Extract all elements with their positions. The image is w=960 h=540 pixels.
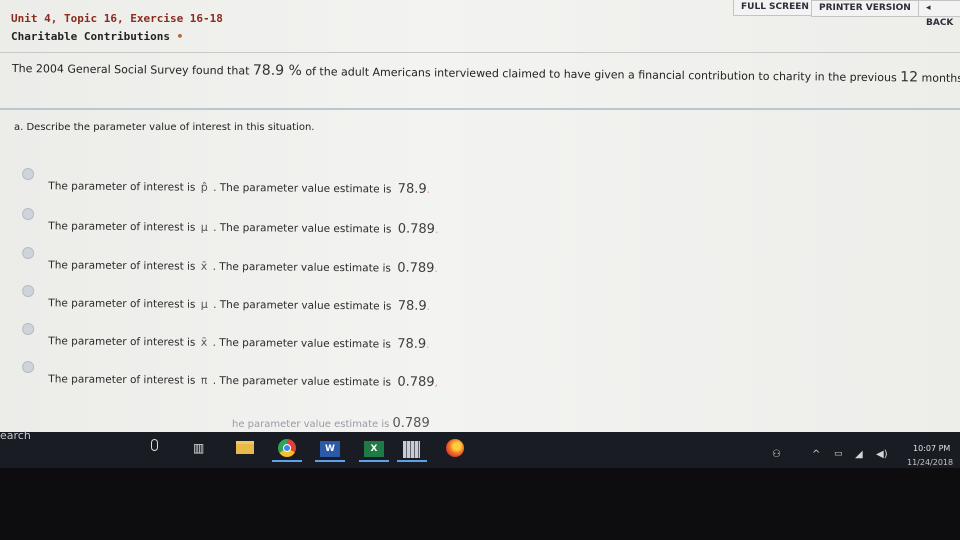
problem-suffix: months. bbox=[921, 71, 960, 85]
parameter-symbol: x̄ bbox=[200, 335, 208, 349]
answer-option-1[interactable]: The parameter of interest is p̂ . The pa… bbox=[22, 168, 430, 197]
option-lead: The parameter of interest is bbox=[48, 259, 196, 273]
radio-button[interactable] bbox=[22, 208, 35, 221]
option-lead: The parameter of interest is bbox=[48, 220, 196, 234]
option-mid: . The parameter value estimate is bbox=[213, 181, 392, 196]
battery-icon[interactable]: ▭ bbox=[834, 449, 843, 459]
percent-value: 78.9 % bbox=[252, 62, 302, 80]
people-icon[interactable]: ⚇ bbox=[772, 449, 781, 460]
task-view-icon[interactable]: ▥ bbox=[193, 441, 207, 455]
option-mid: . The parameter value estimate is bbox=[212, 374, 392, 389]
calculator-icon[interactable] bbox=[403, 441, 420, 458]
file-explorer-icon[interactable] bbox=[236, 441, 254, 454]
answer-option-5[interactable]: The parameter of interest is x̄ . The pa… bbox=[22, 323, 430, 352]
clock-date[interactable]: 11/24/2018 bbox=[907, 458, 953, 467]
answer-option-6[interactable]: The parameter of interest is π . The par… bbox=[22, 361, 438, 390]
excel-active-indicator bbox=[359, 460, 389, 462]
estimate-value: 78.9 bbox=[397, 336, 427, 352]
taskbar-search[interactable]: earch bbox=[0, 429, 31, 442]
option-mid: he parameter value estimate is bbox=[232, 419, 390, 430]
option-mid: . The parameter value estimate is bbox=[213, 298, 392, 313]
volume-icon[interactable]: ◀) bbox=[876, 449, 888, 460]
problem-middle: of the adult Americans interviewed claim… bbox=[305, 65, 897, 85]
excel-icon[interactable]: X bbox=[364, 441, 384, 457]
parameter-symbol: μ bbox=[200, 297, 208, 311]
browser-page: FULL SCREEN PRINTER VERSION ◂ BACK Unit … bbox=[0, 0, 960, 432]
radio-button[interactable] bbox=[22, 168, 35, 181]
parameter-symbol: μ bbox=[200, 220, 208, 234]
exercise-title: Unit 4, Topic 16, Exercise 16-18 bbox=[11, 12, 223, 25]
option-mid: . The parameter value estimate is bbox=[212, 260, 391, 275]
answer-option-3[interactable]: The parameter of interest is x̄ . The pa… bbox=[22, 247, 438, 276]
problem-statement: The 2004 General Social Survey found tha… bbox=[12, 60, 960, 86]
network-icon[interactable]: ◢ bbox=[855, 449, 863, 460]
radio-button[interactable] bbox=[22, 247, 35, 260]
parameter-symbol: π bbox=[200, 373, 208, 387]
exercise-subtitle: Charitable Contributions • bbox=[11, 30, 184, 43]
full-screen-button[interactable]: FULL SCREEN bbox=[733, 0, 817, 16]
estimate-value: 0.789 bbox=[397, 221, 436, 237]
estimate-value: 0.789 bbox=[392, 416, 430, 431]
printer-version-button[interactable]: PRINTER VERSION bbox=[811, 0, 919, 17]
estimate-value: 78.9 bbox=[397, 181, 427, 197]
estimate-value: 0.789 bbox=[397, 374, 435, 390]
question-divider bbox=[0, 108, 960, 110]
clock-time[interactable]: 10:07 PM bbox=[913, 444, 950, 453]
question-label: a. Describe the parameter value of inter… bbox=[14, 122, 315, 133]
radio-button[interactable] bbox=[22, 285, 35, 298]
option-mid: . The parameter value estimate is bbox=[213, 221, 392, 236]
option-lead: The parameter of interest is bbox=[48, 335, 196, 349]
chrome-active-indicator bbox=[272, 460, 302, 462]
months-value: 12 bbox=[900, 69, 919, 86]
option-lead: The parameter of interest is bbox=[48, 297, 196, 311]
firefox-icon[interactable] bbox=[446, 439, 464, 457]
option-lead: The parameter of interest is bbox=[48, 373, 196, 387]
answer-option-7-partial[interactable]: he parameter value estimate is 0.789 bbox=[232, 416, 430, 431]
header-divider bbox=[0, 52, 960, 53]
radio-button[interactable] bbox=[22, 323, 35, 336]
word-active-indicator bbox=[315, 460, 345, 462]
parameter-symbol: p̂ bbox=[200, 180, 208, 194]
option-lead: The parameter of interest is bbox=[48, 180, 196, 194]
answer-option-4[interactable]: The parameter of interest is μ . The par… bbox=[22, 285, 430, 314]
chrome-icon[interactable] bbox=[278, 439, 296, 457]
estimate-value: 78.9 bbox=[397, 298, 427, 314]
back-button[interactable]: ◂ BACK bbox=[918, 0, 960, 28]
word-icon[interactable]: W bbox=[320, 441, 340, 457]
exercise-subtitle-text: Charitable Contributions bbox=[11, 30, 170, 43]
parameter-symbol: x̄ bbox=[200, 259, 208, 273]
chevron-up-icon[interactable]: ^ bbox=[812, 449, 820, 460]
radio-button[interactable] bbox=[22, 361, 35, 374]
option-mid: . The parameter value estimate is bbox=[212, 336, 391, 351]
answer-option-2[interactable]: The parameter of interest is μ . The par… bbox=[22, 208, 439, 237]
microphone-icon[interactable] bbox=[151, 439, 158, 451]
problem-prefix: The 2004 General Social Survey found tha… bbox=[11, 61, 250, 78]
calculator-active-indicator bbox=[397, 460, 427, 462]
estimate-value: 0.789 bbox=[397, 260, 435, 276]
